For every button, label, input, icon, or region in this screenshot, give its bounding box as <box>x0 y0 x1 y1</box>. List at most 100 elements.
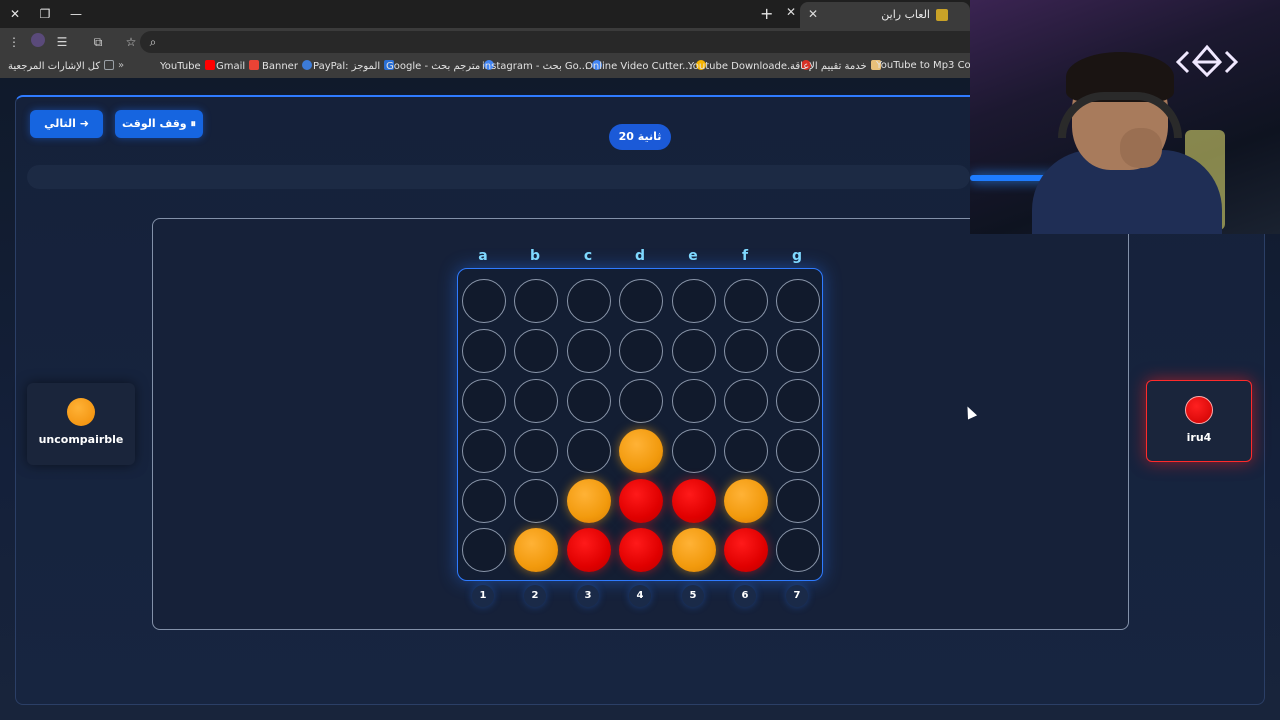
player-yellow-disc-icon <box>67 398 95 426</box>
column-number-4[interactable]: 4 <box>629 585 651 607</box>
restore-window-icon[interactable]: ❐ <box>35 4 55 24</box>
board-cell-b6-empty[interactable] <box>514 279 558 323</box>
column-letter-b: b <box>529 248 541 264</box>
board-cell-b1-yellow-disc[interactable] <box>514 528 558 572</box>
board-cell-d5-empty[interactable] <box>619 329 663 373</box>
tab-close-icon[interactable]: ✕ <box>808 7 818 21</box>
bookmarks-overflow-icon[interactable]: » <box>118 60 124 71</box>
board-cell-c5-empty[interactable] <box>567 329 611 373</box>
board-cell-d1-red-disc[interactable] <box>619 528 663 572</box>
board-cell-g6-empty[interactable] <box>776 279 820 323</box>
column-letter-a: a <box>478 248 488 264</box>
board-cell-a3-empty[interactable] <box>462 429 506 473</box>
player-right-name: iru4 <box>1186 431 1212 444</box>
address-bar[interactable]: ☆ ⌕ <box>126 31 970 53</box>
board-cell-c3-empty[interactable] <box>567 429 611 473</box>
youtube-icon <box>204 60 215 70</box>
column-number-7[interactable]: 7 <box>786 585 808 607</box>
folder-icon <box>104 60 115 70</box>
browser-toolbar: ⋮ ☰ ⧉ ☆ ⌕ <box>0 28 970 56</box>
streamer-logo-icon <box>1176 44 1238 78</box>
tab-title: العاب راين <box>881 8 930 21</box>
board-cell-e2-red-disc[interactable] <box>672 479 716 523</box>
close-window-icon[interactable]: ✕ <box>5 4 25 24</box>
board-cell-e3-empty[interactable] <box>672 429 716 473</box>
board-cell-d3-yellow-disc[interactable] <box>619 429 663 473</box>
column-letter-e: e <box>688 248 698 264</box>
board-cell-g3-empty[interactable] <box>776 429 820 473</box>
board-cell-d2-red-disc[interactable] <box>619 479 663 523</box>
bookmark-paypal[interactable]: PayPal: الموجز <box>313 60 395 72</box>
browser-tab[interactable]: ✕ العاب راين <box>800 2 970 28</box>
bookmark-youtube-to-mp3[interactable]: YouTube to Mp3 Co... <box>876 60 980 71</box>
bookmark-disability-service[interactable]: خدمة تقييم الإعاقة <box>790 60 881 72</box>
next-button[interactable]: التالي ➜ <box>30 110 103 138</box>
board-cell-b4-empty[interactable] <box>514 379 558 423</box>
column-number-1[interactable]: 1 <box>472 585 494 607</box>
player-left-card: uncompairble <box>27 383 135 465</box>
board-cell-b3-empty[interactable] <box>514 429 558 473</box>
bookmark-all-bookmarks[interactable]: كل الإشارات المرجعية <box>8 60 115 72</box>
bookmark-google-translate[interactable]: Google - مترجم بحث <box>386 60 495 72</box>
board-cell-g2-empty[interactable] <box>776 479 820 523</box>
board-cell-a2-empty[interactable] <box>462 479 506 523</box>
reading-list-icon[interactable]: ☰ <box>53 33 71 51</box>
board-cell-b5-empty[interactable] <box>514 329 558 373</box>
bookmark-gmail[interactable]: Gmail <box>216 60 260 72</box>
turn-timer: 20 ثانية <box>609 124 671 150</box>
board-cell-d6-empty[interactable] <box>619 279 663 323</box>
pause-time-button[interactable]: وقف الوقت ⏸ <box>115 110 203 138</box>
tab-favicon-icon <box>936 9 948 21</box>
board-cell-a4-empty[interactable] <box>462 379 506 423</box>
search-icon[interactable]: ⌕ <box>144 33 162 51</box>
board-cell-c1-red-disc[interactable] <box>567 528 611 572</box>
tab-close-icon[interactable]: ✕ <box>786 5 796 19</box>
board-cell-e4-empty[interactable] <box>672 379 716 423</box>
webcam-person-hand <box>1120 128 1162 168</box>
connect-four-board[interactable] <box>457 268 823 581</box>
extensions-icon[interactable]: ⧉ <box>89 33 107 51</box>
bookmark-youtube[interactable]: YouTube <box>160 60 215 72</box>
board-cell-e5-empty[interactable] <box>672 329 716 373</box>
timer-progress-bar <box>27 165 970 189</box>
board-cell-c2-yellow-disc[interactable] <box>567 479 611 523</box>
board-cell-a5-empty[interactable] <box>462 329 506 373</box>
webcam-overlay <box>970 0 1280 234</box>
player-left-name: uncompairble <box>38 433 124 446</box>
bookmark-banner[interactable]: Banner <box>262 60 312 72</box>
board-cell-f1-red-disc[interactable] <box>724 528 768 572</box>
column-letter-f: f <box>741 248 749 264</box>
board-cell-e1-yellow-disc[interactable] <box>672 528 716 572</box>
bookmark-star-icon[interactable]: ☆ <box>122 33 140 51</box>
profile-avatar-icon[interactable] <box>29 33 47 51</box>
board-cell-f5-empty[interactable] <box>724 329 768 373</box>
board-cell-c4-empty[interactable] <box>567 379 611 423</box>
player-right-card-active: iru4 <box>1146 380 1252 462</box>
board-cell-f3-empty[interactable] <box>724 429 768 473</box>
column-number-3[interactable]: 3 <box>577 585 599 607</box>
board-cell-a6-empty[interactable] <box>462 279 506 323</box>
player-red-disc-icon <box>1185 396 1213 424</box>
board-cell-e6-empty[interactable] <box>672 279 716 323</box>
board-cell-f4-empty[interactable] <box>724 379 768 423</box>
column-letter-g: g <box>791 248 803 264</box>
gmail-icon <box>249 60 260 70</box>
board-cell-g5-empty[interactable] <box>776 329 820 373</box>
column-number-6[interactable]: 6 <box>734 585 756 607</box>
board-cell-g1-empty[interactable] <box>776 528 820 572</box>
banner-icon <box>301 60 312 70</box>
board-cell-f6-empty[interactable] <box>724 279 768 323</box>
minimize-window-icon[interactable]: — <box>66 4 86 24</box>
menu-kebab-icon[interactable]: ⋮ <box>5 33 23 51</box>
board-cell-a1-empty[interactable] <box>462 528 506 572</box>
column-number-2[interactable]: 2 <box>524 585 546 607</box>
board-cell-d4-empty[interactable] <box>619 379 663 423</box>
board-cell-c6-empty[interactable] <box>567 279 611 323</box>
column-number-5[interactable]: 5 <box>682 585 704 607</box>
board-cell-b2-empty[interactable] <box>514 479 558 523</box>
new-tab-plus-icon[interactable]: + <box>760 4 773 23</box>
bookmarks-bar: كل الإشارات المرجعية » YouTube Gmail Ban… <box>0 56 980 78</box>
board-cell-f2-yellow-disc[interactable] <box>724 479 768 523</box>
column-letter-d: d <box>634 248 646 264</box>
board-cell-g4-empty[interactable] <box>776 379 820 423</box>
